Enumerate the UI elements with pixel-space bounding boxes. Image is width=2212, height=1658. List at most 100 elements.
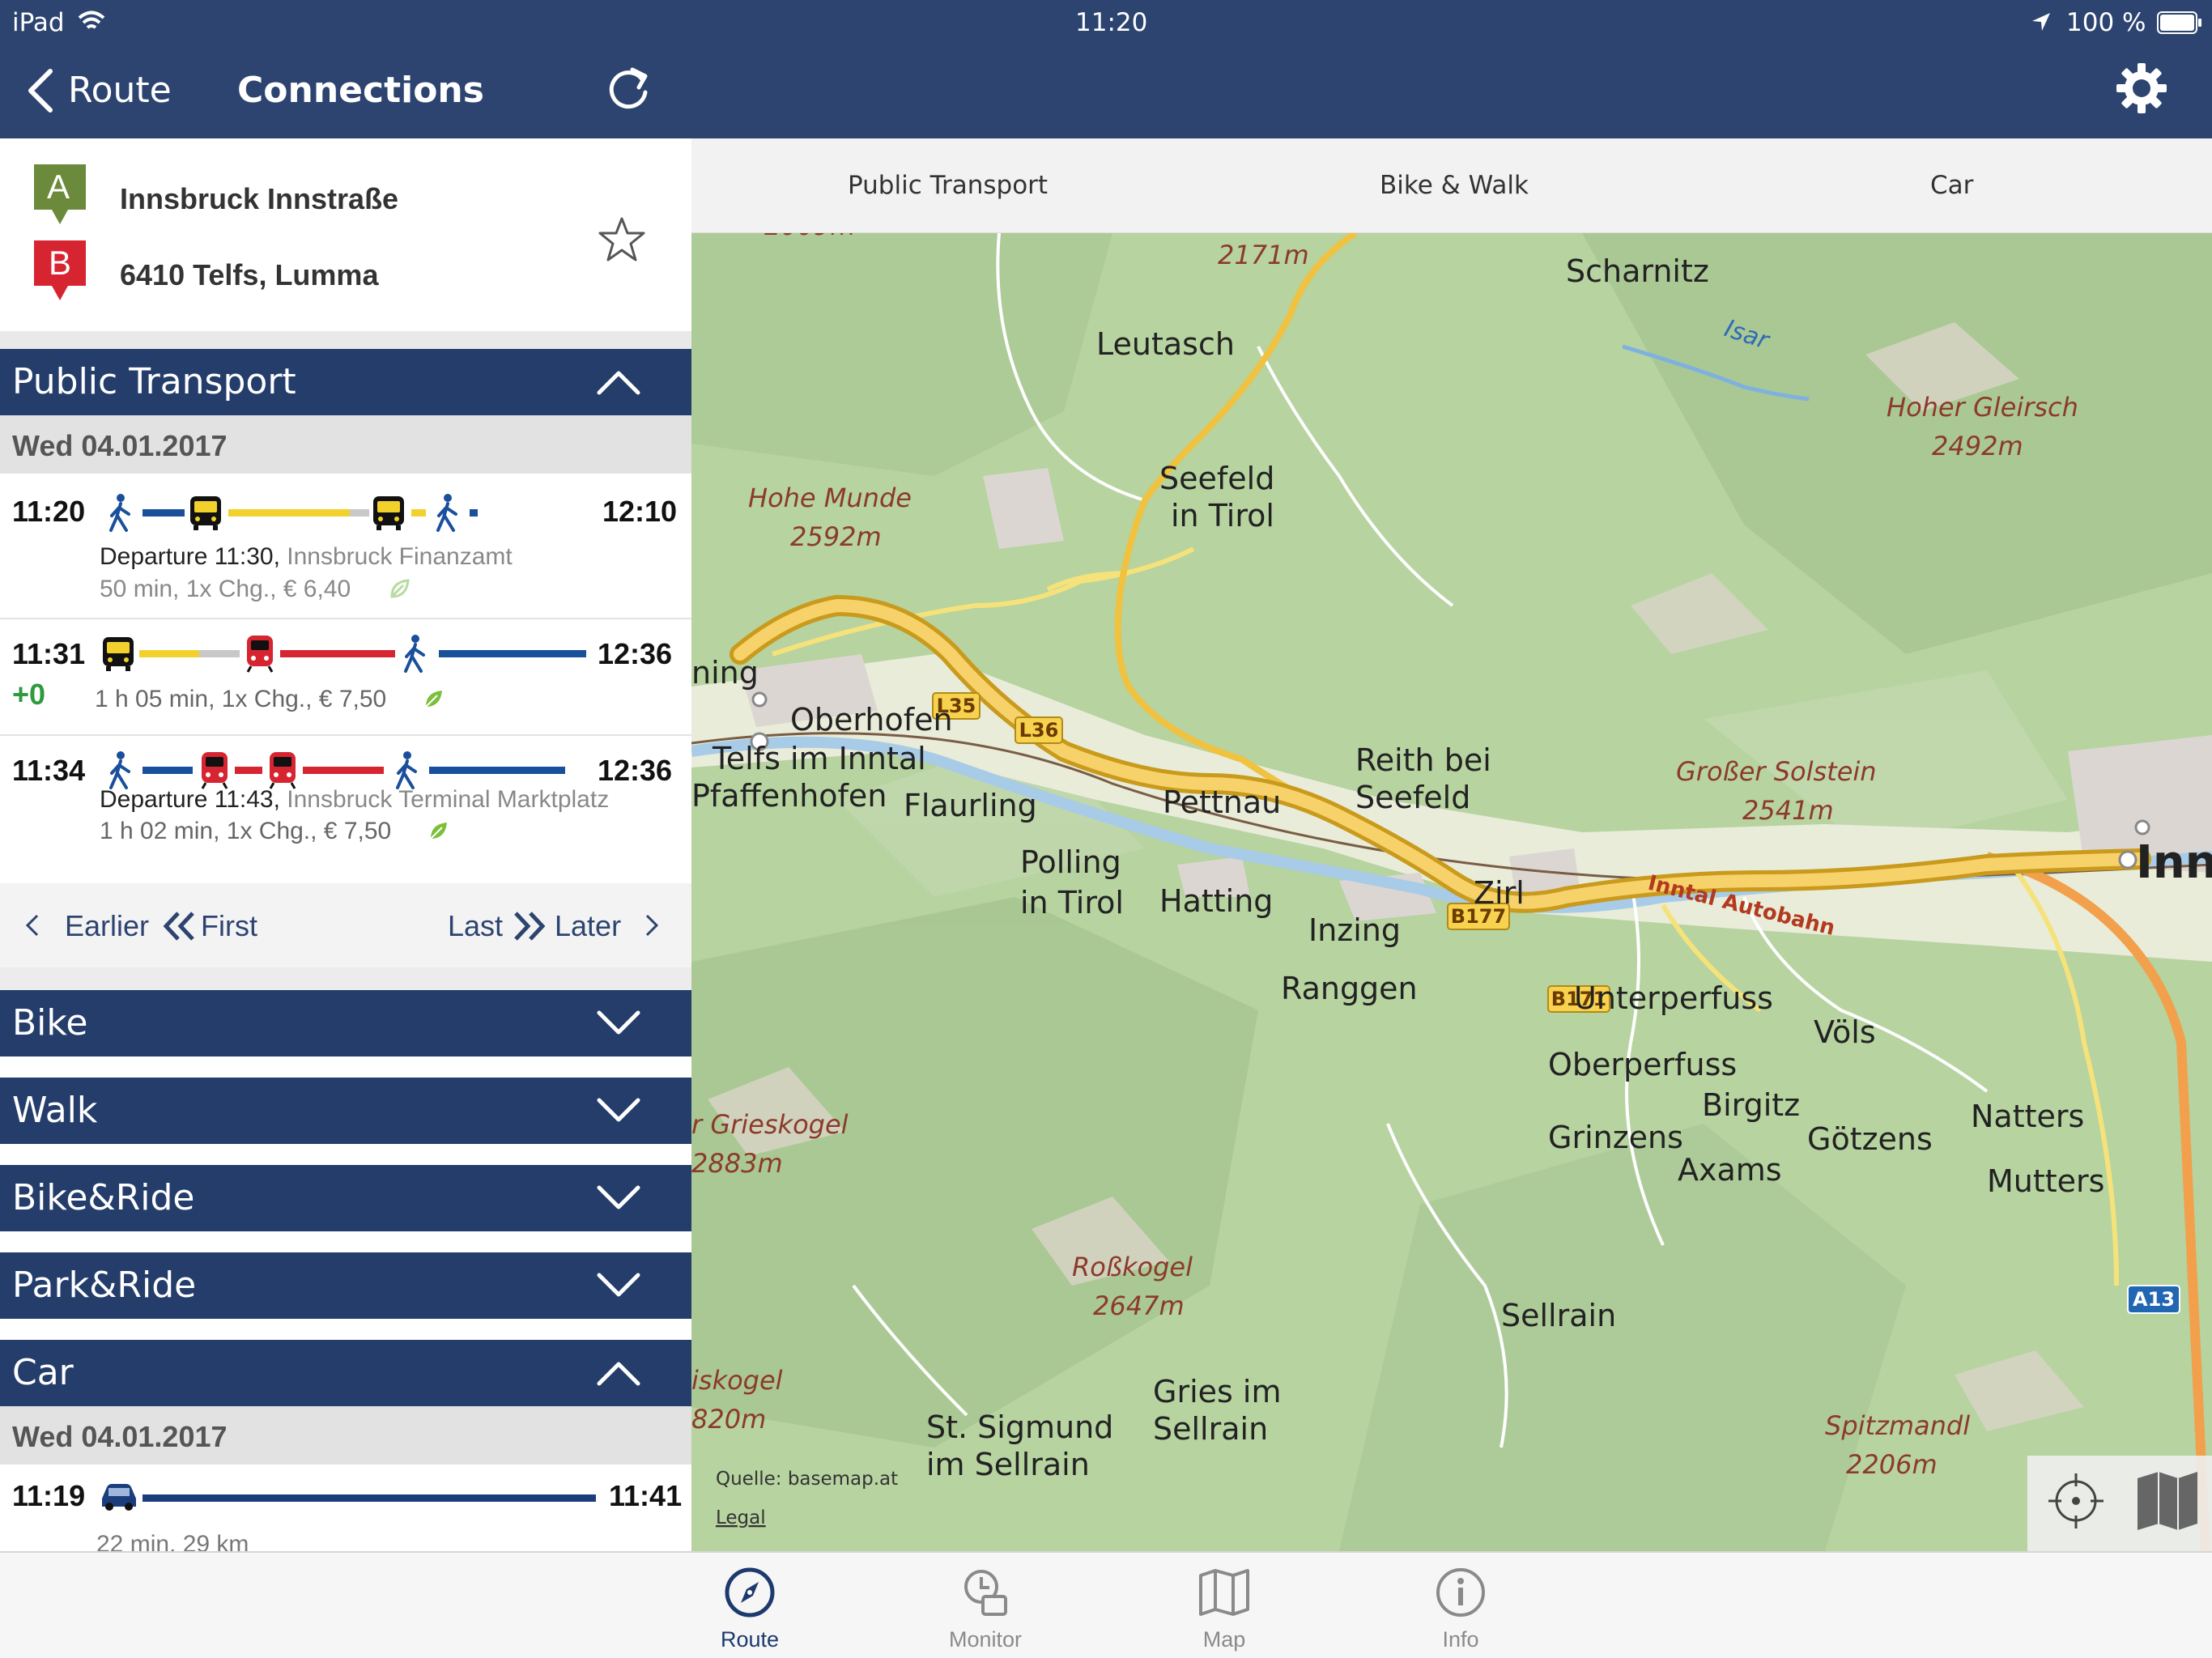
route-map[interactable]: L35 L36 B177 B171 A13 Inntal Autobahn Sc… [691, 233, 2212, 1551]
car-label: Car [12, 1352, 74, 1393]
chevron-down-icon [597, 1010, 640, 1035]
star-icon[interactable] [598, 216, 646, 263]
place-label: Sellrain [1153, 1411, 1268, 1447]
back-button[interactable]: Route [23, 63, 177, 120]
clock-monitor-icon [964, 1570, 1007, 1616]
car-icon [102, 1484, 136, 1511]
tab-route[interactable]: Route [669, 1553, 831, 1658]
peak-altitude: 2492m [1932, 431, 2023, 461]
connection-row[interactable]: 11:31 +0 12:36 1 h 05 min, 1x Chg., € 7,… [0, 619, 691, 736]
svg-text:L36: L36 [1019, 719, 1059, 742]
place-label: St. Sigmund [926, 1409, 1113, 1445]
map-tab-bike-walk[interactable]: Bike & Walk [1380, 171, 1529, 200]
peak-altitude: 2541m [1742, 795, 1834, 826]
place-label: Polling [1020, 844, 1121, 880]
train-segment [303, 767, 384, 774]
info-icon [1436, 1568, 1485, 1617]
device-label: iPad [12, 8, 65, 37]
peak-label: iskogel [691, 1365, 783, 1396]
connection-summary: 50 min, 1x Chg., € 6,40 [100, 576, 351, 602]
chevron-up-icon [597, 1362, 640, 1386]
last-button[interactable]: Last [448, 906, 553, 946]
departure-stop: Innsbruck Finanzamt [287, 543, 513, 570]
date-band: Wed 04.01.2017 [0, 415, 691, 474]
bus-segment [139, 650, 199, 657]
map-attribution: Quelle: basemap.at [716, 1469, 898, 1490]
park-ride-header[interactable]: Park&Ride [0, 1252, 691, 1319]
arrival-time: 12:10 [602, 495, 678, 528]
car-segment [143, 1494, 596, 1502]
change-segment [199, 650, 240, 657]
tab-monitor[interactable]: Monitor [904, 1553, 1066, 1658]
departure-time: 11:20 [12, 495, 86, 528]
map-tab-car[interactable]: Car [1930, 171, 1973, 200]
connections-panel: A Innsbruck Innstraße B 6410 Telfs, Lumm… [0, 138, 691, 1551]
later-button[interactable]: Later [555, 906, 668, 946]
map-tab-public-transport[interactable]: Public Transport [848, 171, 1048, 200]
divider [0, 967, 691, 990]
peak-label: Hohe Munde [748, 483, 912, 513]
map-panel: Public Transport Bike & Walk Car L35 L36… [691, 138, 2212, 1551]
place-label: Zirl [1474, 875, 1525, 911]
train-segment [280, 650, 395, 657]
train-segment [235, 767, 262, 774]
walk-header[interactable]: Walk [0, 1078, 691, 1144]
chevron-up-icon [597, 371, 640, 395]
peak-altitude: 2592m [790, 521, 882, 552]
connection-summary: 1 h 02 min, 1x Chg., € 7,50 [100, 818, 392, 844]
departure-stop: Innsbruck Terminal Marktplatz [287, 786, 610, 813]
change-segment [350, 509, 369, 517]
first-button[interactable]: First [162, 906, 275, 946]
tab-info[interactable]: Info [1380, 1553, 1542, 1658]
route-end-point[interactable] [2118, 850, 2138, 869]
peak-altitude: 2206m [1846, 1449, 1938, 1480]
place-label: Scharnitz [1566, 253, 1709, 289]
place-label: Axams [1678, 1152, 1782, 1188]
bike-ride-header[interactable]: Bike&Ride [0, 1165, 691, 1231]
walk-label: Walk [12, 1090, 98, 1131]
first-label: First [201, 909, 257, 942]
connection-row[interactable]: 11:20 12:10 Departure 11:30, Innsbruck F… [0, 474, 691, 619]
page-title: Connections [237, 70, 484, 111]
route-summary[interactable]: A Innsbruck Innstraße B 6410 Telfs, Lumm… [0, 138, 691, 331]
place-label: Seefeld [1355, 780, 1470, 815]
chevron-down-icon [597, 1098, 640, 1122]
place-label: Reith bei [1355, 742, 1491, 778]
tab-label: Monitor [948, 1627, 1023, 1652]
bus-segment [228, 509, 350, 517]
bike-header[interactable]: Bike [0, 990, 691, 1056]
place-label: Oberhofen [790, 702, 953, 738]
chevron-down-icon [597, 1273, 640, 1297]
bus-segment [411, 509, 426, 517]
wifi-icon [78, 11, 105, 29]
public-transport-header[interactable]: Public Transport [0, 349, 691, 415]
leaf-icon [430, 823, 447, 840]
gear-icon[interactable] [2115, 62, 2168, 115]
earlier-button[interactable]: Earlier [24, 906, 149, 946]
connection-summary: 1 h 05 min, 1x Chg., € 7,50 [95, 686, 387, 712]
car-connection-row[interactable]: 11:19 11:41 22 min, 29 km [0, 1465, 691, 1551]
double-chevron-left-icon [163, 912, 194, 941]
walk-segment [470, 509, 478, 517]
car-header[interactable]: Car [0, 1340, 691, 1406]
peak-label: Roßkogel [1072, 1252, 1193, 1282]
leaf-icon [390, 579, 410, 598]
chevron-left-icon [25, 914, 39, 937]
last-label: Last [448, 909, 504, 942]
tab-map[interactable]: Map [1143, 1553, 1305, 1658]
map-layers-icon[interactable] [2138, 1472, 2197, 1530]
place-label: Ranggen [1281, 971, 1418, 1006]
legal-link[interactable]: Legal [716, 1507, 766, 1528]
arrival-time: 12:36 [598, 754, 673, 787]
connection-row[interactable]: 11:34 12:36 Departure 11:43, Innsbruck T… [0, 736, 691, 883]
departure-label: Departure 11:30, [100, 543, 280, 570]
train-icon [269, 752, 296, 789]
refresh-icon[interactable] [603, 63, 653, 113]
battery-icon [2157, 11, 2201, 34]
place-label: Seefeld [1159, 461, 1274, 496]
double-chevron-right-icon [514, 912, 546, 941]
origin-name: Innsbruck Innstraße [120, 182, 399, 215]
departure-time: 11:19 [12, 1479, 86, 1512]
chevron-down-icon [597, 1185, 640, 1209]
place-label: Inzing [1308, 912, 1401, 948]
